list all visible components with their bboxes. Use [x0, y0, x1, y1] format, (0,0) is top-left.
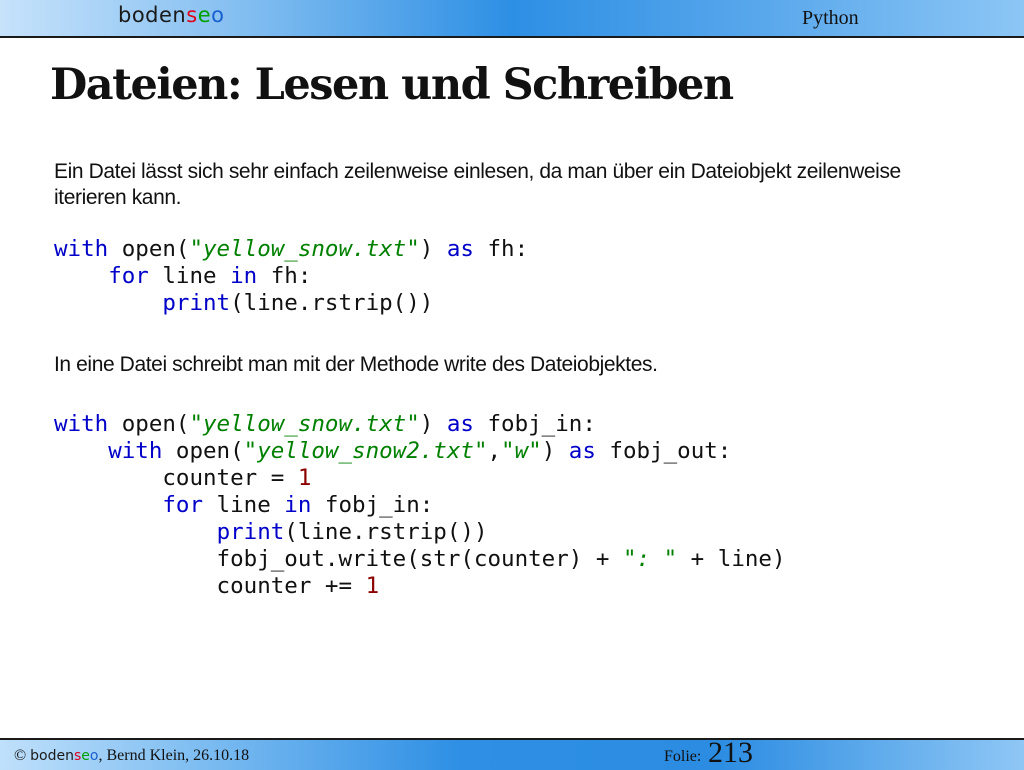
code-line: print(line.rstrip()) [216, 519, 488, 545]
slide-number-label: Folie: [664, 748, 702, 765]
slide-footer: © bodenseo, Bernd Klein, 26.10.18 Folie:… [0, 736, 1024, 770]
section-label: Python [802, 7, 859, 29]
slide-title: Dateien: Lesen und Schreiben [50, 60, 734, 110]
code-line: for line in fobj_in: [162, 492, 434, 518]
code-line: for line in fh: [108, 263, 312, 289]
slide-number: 213 [708, 736, 753, 769]
footer-bodenseo-logo: bodenseo [30, 748, 99, 764]
code-line: fobj_out.write(str(counter) + ": " + lin… [54, 546, 786, 572]
code-line: counter = 1 [54, 465, 312, 491]
code-line: print(line.rstrip()) [162, 290, 434, 316]
intro-paragraph: Ein Datei lässt sich sehr einfach zeilen… [54, 160, 901, 209]
code-line: with open("yellow_snow.txt") as fh: [54, 236, 529, 262]
write-paragraph: In eine Datei schreibt man mit der Metho… [54, 353, 658, 376]
code-block-write: with open("yellow_snow.txt") as fobj_in:… [54, 411, 786, 600]
copyright-text: © bodenseo, Bernd Klein, 26.10.18 [14, 747, 250, 764]
code-line: counter += 1 [54, 573, 380, 599]
code-line: with open("yellow_snow.txt") as fobj_in: [54, 411, 596, 437]
code-line: with open("yellow_snow2.txt","w") as fob… [108, 438, 732, 464]
bodenseo-logo: bodenseo [118, 3, 225, 27]
slide-header: bodenseo Python [0, 0, 1024, 38]
code-block-read: with open("yellow_snow.txt") as fh: for … [54, 236, 528, 317]
